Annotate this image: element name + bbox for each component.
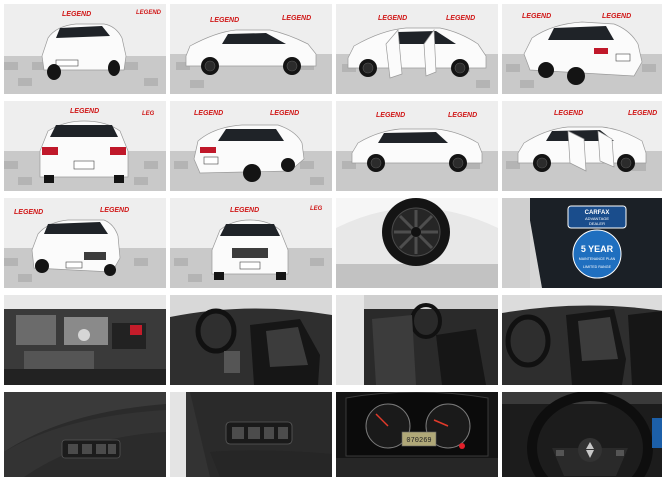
svg-text:LEGEND: LEGEND [194, 110, 223, 117]
steering-wheel-photo [502, 392, 662, 477]
svg-text:LEGEND: LEGEND [378, 15, 407, 22]
photo-thumbnail[interactable] [170, 295, 332, 385]
photo-thumbnail[interactable] [502, 295, 662, 385]
svg-text:LEGEND: LEGEND [554, 110, 583, 117]
svg-text:LIMITED RANGE: LIMITED RANGE [583, 265, 612, 269]
car-front-quarter-far-photo: LEGEND LEGEND [4, 198, 166, 288]
svg-text:LEGEND: LEGEND [136, 10, 162, 16]
photo-thumbnail[interactable] [502, 392, 662, 477]
svg-text:LEGEND: LEGEND [230, 207, 259, 214]
svg-text:LEGEND: LEGEND [100, 207, 129, 214]
svg-text:LEGEND: LEGEND [448, 112, 477, 119]
car-side-photo: LEGEND LEGEND [170, 4, 332, 94]
photo-thumbnail[interactable] [336, 295, 498, 385]
door-panel-photo [4, 392, 166, 477]
car-rear-quarter-right-photo: LEGEND LEGEND [170, 101, 332, 191]
photo-thumbnail[interactable]: LEGEND LEG [4, 101, 166, 191]
front-seats-photo [502, 295, 662, 385]
photo-thumbnail[interactable] [4, 392, 166, 477]
svg-text:LEGEND: LEGEND [376, 112, 405, 119]
odometer-readout: 070269 [406, 437, 431, 445]
photo-thumbnail[interactable]: LEGEND LEG [170, 198, 332, 288]
svg-text:LEGEND: LEGEND [210, 17, 239, 24]
car-front-quarter-photo: LEGEND LEGEND [4, 4, 166, 94]
car-front-photo: LEGEND LEG [170, 198, 332, 288]
photo-thumbnail[interactable]: 070269 [336, 392, 498, 477]
svg-text:LEGEND: LEGEND [282, 15, 311, 22]
photo-thumbnail[interactable]: LEGEND LEGEND [170, 101, 332, 191]
car-rear-photo: LEGEND LEG [4, 101, 166, 191]
photo-thumbnail[interactable]: LEGEND LEGEND [4, 4, 166, 94]
dealer-logo-name: LEGEND [62, 11, 91, 18]
interior-driver-photo [170, 295, 332, 385]
door-switches-photo [170, 392, 332, 477]
svg-text:LEGEND: LEGEND [522, 13, 551, 20]
car-side-right-photo: LEGEND LEGEND [336, 101, 498, 191]
photo-thumbnail[interactable]: LEGEND LEGEND [502, 4, 662, 94]
instrument-cluster-photo: 070269 [336, 392, 498, 477]
photo-thumbnail[interactable]: LEGEND LEGEND [336, 4, 498, 94]
photo-thumbnail[interactable]: LEGEND LEGEND [336, 101, 498, 191]
photo-thumbnail[interactable]: LEGEND LEGEND [170, 4, 332, 94]
window-badges-photo: CARFAX ADVANTAGE DEALER 5 YEAR MAINTENAN… [502, 198, 662, 288]
photo-thumbnail[interactable]: LEGEND LEGEND [4, 198, 166, 288]
car-rear-quarter-photo: LEGEND LEGEND [502, 4, 662, 94]
photo-thumbnail[interactable]: LEGEND LEGEND [502, 101, 662, 191]
engine-bay-photo [4, 295, 166, 385]
svg-text:MAINTENANCE PLAN: MAINTENANCE PLAN [579, 257, 616, 261]
svg-text:LEGEND: LEGEND [70, 108, 99, 115]
svg-text:DEALER: DEALER [589, 221, 605, 226]
svg-text:LEG: LEG [142, 111, 155, 117]
svg-text:LEGEND: LEGEND [14, 209, 43, 216]
carfax-badge: CARFAX ADVANTAGE DEALER [567, 205, 627, 229]
photo-thumbnail[interactable]: CARFAX ADVANTAGE DEALER 5 YEAR MAINTENAN… [502, 198, 662, 288]
svg-text:LEGEND: LEGEND [628, 110, 657, 117]
car-doors-open-right-photo: LEGEND LEGEND [502, 101, 662, 191]
interior-open-door-photo [336, 295, 498, 385]
svg-text:LEGEND: LEGEND [270, 110, 299, 117]
svg-text:LEGEND: LEGEND [602, 13, 631, 20]
photo-thumbnail[interactable] [4, 295, 166, 385]
photo-thumbnail[interactable] [170, 392, 332, 477]
svg-text:5 YEAR: 5 YEAR [581, 244, 614, 254]
svg-text:LEG: LEG [310, 206, 323, 212]
wheel-closeup-photo [336, 198, 498, 288]
warranty-badge: 5 YEAR MAINTENANCE PLAN LIMITED RANGE [572, 229, 622, 279]
car-doors-open-photo: LEGEND LEGEND [336, 4, 498, 94]
photo-thumbnail[interactable] [336, 198, 498, 288]
photo-gallery: LEGEND LEGEND LEGEND LEGEND LEGEND LEGEN… [0, 0, 662, 481]
svg-text:LEGEND: LEGEND [446, 15, 475, 22]
